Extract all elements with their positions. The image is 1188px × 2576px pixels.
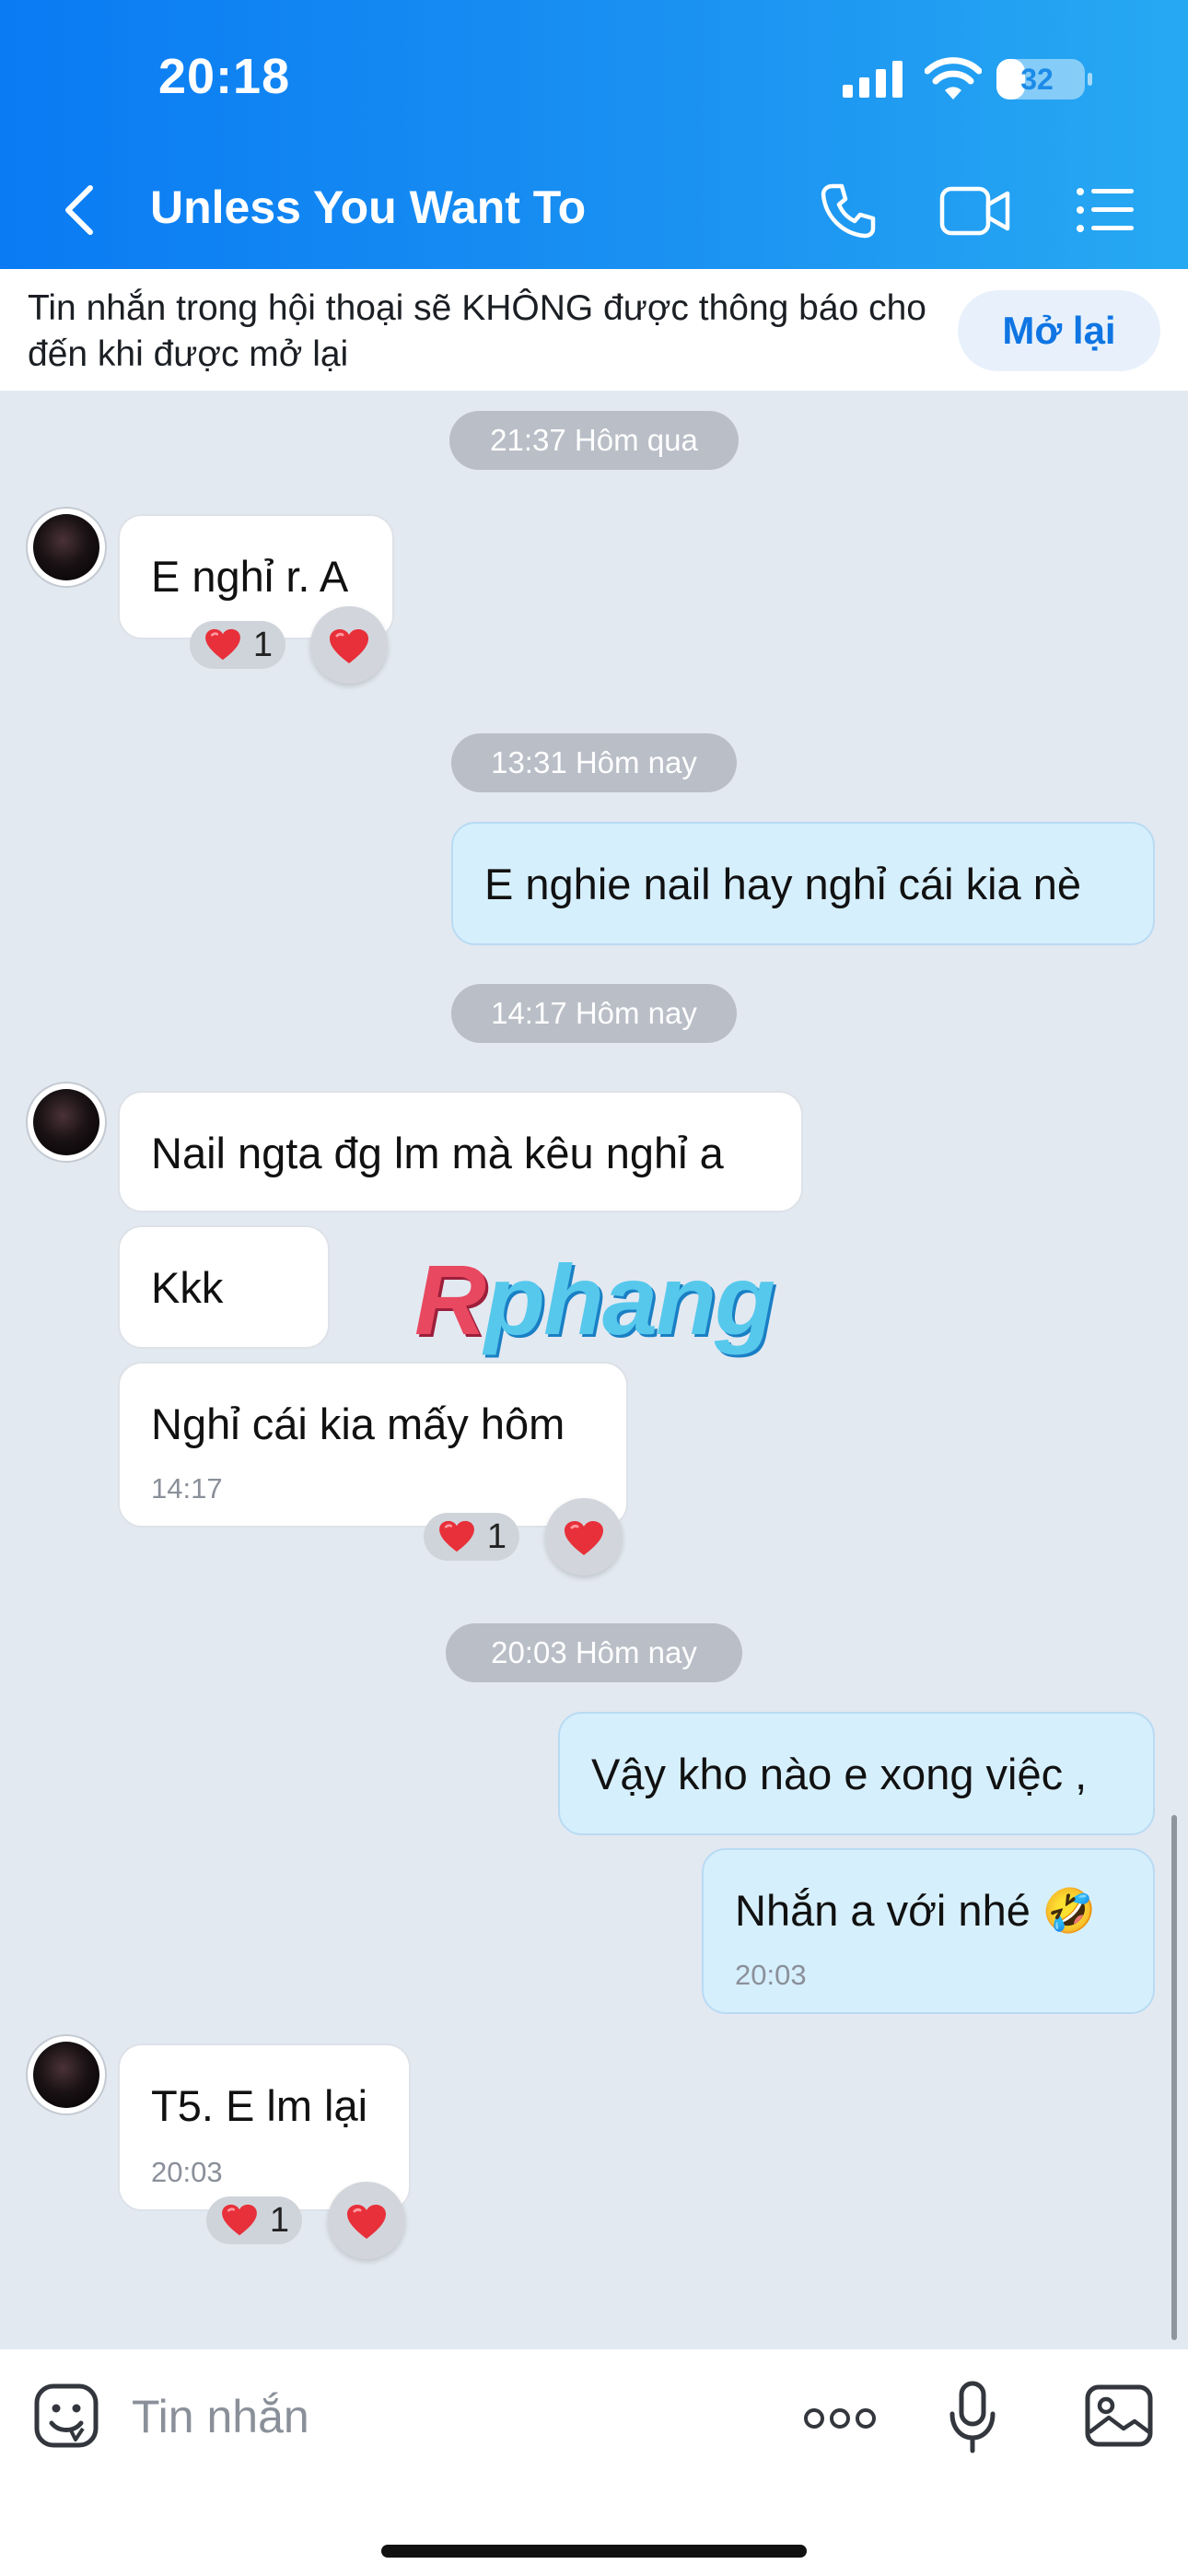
heart-icon [346, 2204, 387, 2241]
message-text: Nail ngta đg lm mà kêu nghỉ a [151, 1129, 724, 1177]
reaction-count-badge[interactable]: 1 [190, 621, 285, 669]
message-bubble-incoming[interactable]: Kkk [118, 1225, 330, 1349]
message-text: Nghỉ cái kia mấy hôm [151, 1399, 565, 1448]
message-text: Kkk [151, 1263, 224, 1312]
watermark-first-letter: R [414, 1244, 486, 1355]
message-text: Nhắn a với nhé 🤣 [735, 1886, 1097, 1935]
battery-level: 32 [1020, 63, 1054, 96]
heart-icon [564, 1520, 604, 1557]
list-menu-icon[interactable] [1076, 186, 1135, 234]
message-bubble-incoming[interactable]: Nail ngta đg lm mà kêu nghỉ a [118, 1091, 803, 1212]
message-bubble-incoming[interactable]: Nghỉ cái kia mấy hôm 14:17 [118, 1362, 628, 1528]
time-stamp: 20:03 Hôm nay [446, 1623, 742, 1682]
more-icon[interactable] [803, 2405, 877, 2432]
message-bubble-outgoing[interactable]: Vậy kho nào e xong việc , [558, 1712, 1155, 1835]
heart-icon [221, 2204, 258, 2237]
home-indicator[interactable] [381, 2545, 807, 2558]
image-icon[interactable] [1085, 2384, 1153, 2447]
microphone-icon[interactable] [949, 2381, 996, 2454]
muted-notice-text: Tin nhắn trong hội thoại sẽ KHÔNG được t… [28, 288, 926, 374]
time-stamp: 14:17 Hôm nay [451, 984, 737, 1043]
video-call-icon[interactable] [939, 184, 1011, 238]
message-input-bar: Tin nhắn [0, 2349, 1188, 2576]
muted-notice-banner: Tin nhắn trong hội thoại sẽ KHÔNG được t… [0, 269, 1188, 391]
header-bar: 20:18 32 Unless You Want To [0, 0, 1188, 269]
watermark: Rphang [414, 1242, 775, 1357]
reaction-count-badge[interactable]: 1 [206, 2196, 302, 2244]
message-time: 20:03 [151, 2156, 223, 2188]
message-bubble-outgoing[interactable]: E nghie nail hay nghỉ cái kia nè [451, 822, 1155, 945]
react-heart-button[interactable] [328, 2182, 405, 2259]
message-text: T5. E lm lại [151, 2081, 368, 2130]
watermark-rest: phang [484, 1244, 775, 1355]
heart-icon [204, 628, 241, 662]
message-time: 14:17 [151, 1472, 223, 1505]
message-input[interactable]: Tin nhắn [132, 2390, 309, 2443]
avatar[interactable] [28, 509, 105, 586]
reaction-count-badge[interactable]: 1 [424, 1513, 519, 1561]
reopen-notifications-button[interactable]: Mở lại [958, 290, 1160, 371]
avatar[interactable] [28, 1083, 105, 1161]
heart-icon [329, 628, 369, 665]
message-bubble-outgoing[interactable]: Nhắn a với nhé 🤣 20:03 [702, 1848, 1155, 2014]
reaction-count: 1 [269, 2201, 289, 2240]
react-heart-button[interactable] [310, 606, 388, 684]
conversation-title[interactable]: Unless You Want To [150, 181, 586, 234]
avatar-photo [33, 514, 99, 580]
message-time: 20:03 [735, 1959, 807, 1991]
message-text: E nghỉ r. A [151, 552, 349, 601]
time-stamp: 21:37 Hôm qua [449, 411, 739, 470]
battery-indicator: 32 [996, 59, 1092, 100]
status-time: 20:18 [158, 49, 291, 104]
avatar[interactable] [28, 2036, 105, 2113]
reaction-count: 1 [486, 1517, 507, 1556]
cellular-signal-icon [843, 61, 903, 98]
phone-icon[interactable] [820, 182, 877, 240]
message-text: Vậy kho nào e xong việc , [591, 1750, 1088, 1798]
reaction-count: 1 [252, 626, 273, 664]
wifi-icon [925, 57, 982, 100]
avatar-photo [33, 1089, 99, 1155]
avatar-photo [33, 2042, 99, 2108]
time-stamp: 13:31 Hôm nay [451, 733, 737, 792]
sticker-icon[interactable] [33, 2383, 99, 2449]
heart-icon [438, 1520, 475, 1553]
scrollbar[interactable] [1171, 1815, 1177, 2340]
chevron-left-icon[interactable] [61, 184, 98, 236]
react-heart-button[interactable] [545, 1498, 623, 1575]
battery-tip [1088, 73, 1092, 86]
message-text: E nghie nail hay nghỉ cái kia nè [484, 860, 1081, 908]
